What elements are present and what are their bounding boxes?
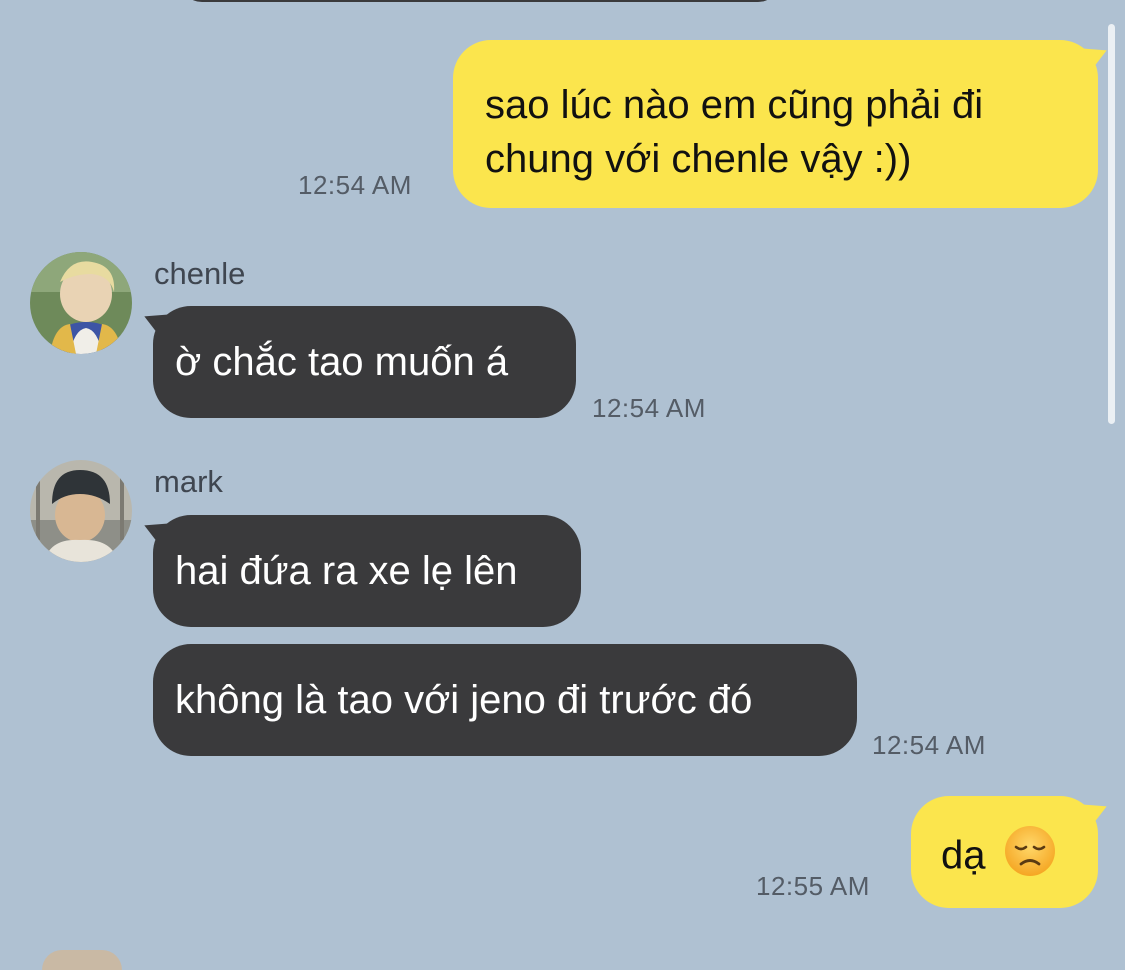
incoming-message-bubble[interactable]: không là tao với jeno đi trước đó — [153, 644, 857, 756]
avatar-mark[interactable] — [30, 460, 132, 562]
message-text: ờ chắc tao muốn á — [175, 340, 509, 384]
scrollbar-thumb[interactable] — [1108, 24, 1115, 424]
outgoing-message-bubble[interactable]: dạ — [911, 796, 1112, 908]
bubble-tail — [139, 306, 169, 338]
message-timestamp: 12:55 AM — [756, 871, 870, 901]
next-avatar[interactable] — [42, 950, 122, 970]
incoming-message-bubble[interactable]: hai đứa ra xe lẹ lên — [139, 515, 581, 627]
previous-message-bubble[interactable] — [180, 0, 780, 2]
avatar-chenle[interactable] — [30, 252, 132, 354]
message-timestamp: 12:54 AM — [592, 393, 706, 423]
sender-name: mark — [154, 464, 223, 499]
incoming-message-bubble[interactable]: ờ chắc tao muốn á — [139, 306, 576, 418]
bubble-tail — [139, 515, 169, 547]
chat-view: sao lúc nào em cũng phải đi chung với ch… — [0, 0, 1125, 970]
outgoing-message-bubble[interactable]: sao lúc nào em cũng phải đi chung với ch… — [453, 40, 1112, 208]
disappointed-face-icon — [1004, 825, 1056, 891]
message-text-line: sao lúc nào em cũng phải đi — [485, 83, 984, 127]
bubble-tail — [1082, 796, 1112, 828]
message-text: không là tao với jeno đi trước đó — [175, 678, 753, 722]
avatar-mark-image — [30, 460, 132, 562]
message-timestamp: 12:54 AM — [298, 170, 412, 200]
avatar-chenle-image — [30, 252, 132, 354]
sender-name: chenle — [154, 256, 246, 291]
message-timestamp: 12:54 AM — [872, 730, 986, 760]
message-text: dạ — [941, 833, 986, 878]
message-text-line: chung với chenle vậy :)) — [485, 137, 912, 181]
message-text: hai đứa ra xe lẹ lên — [175, 549, 518, 593]
